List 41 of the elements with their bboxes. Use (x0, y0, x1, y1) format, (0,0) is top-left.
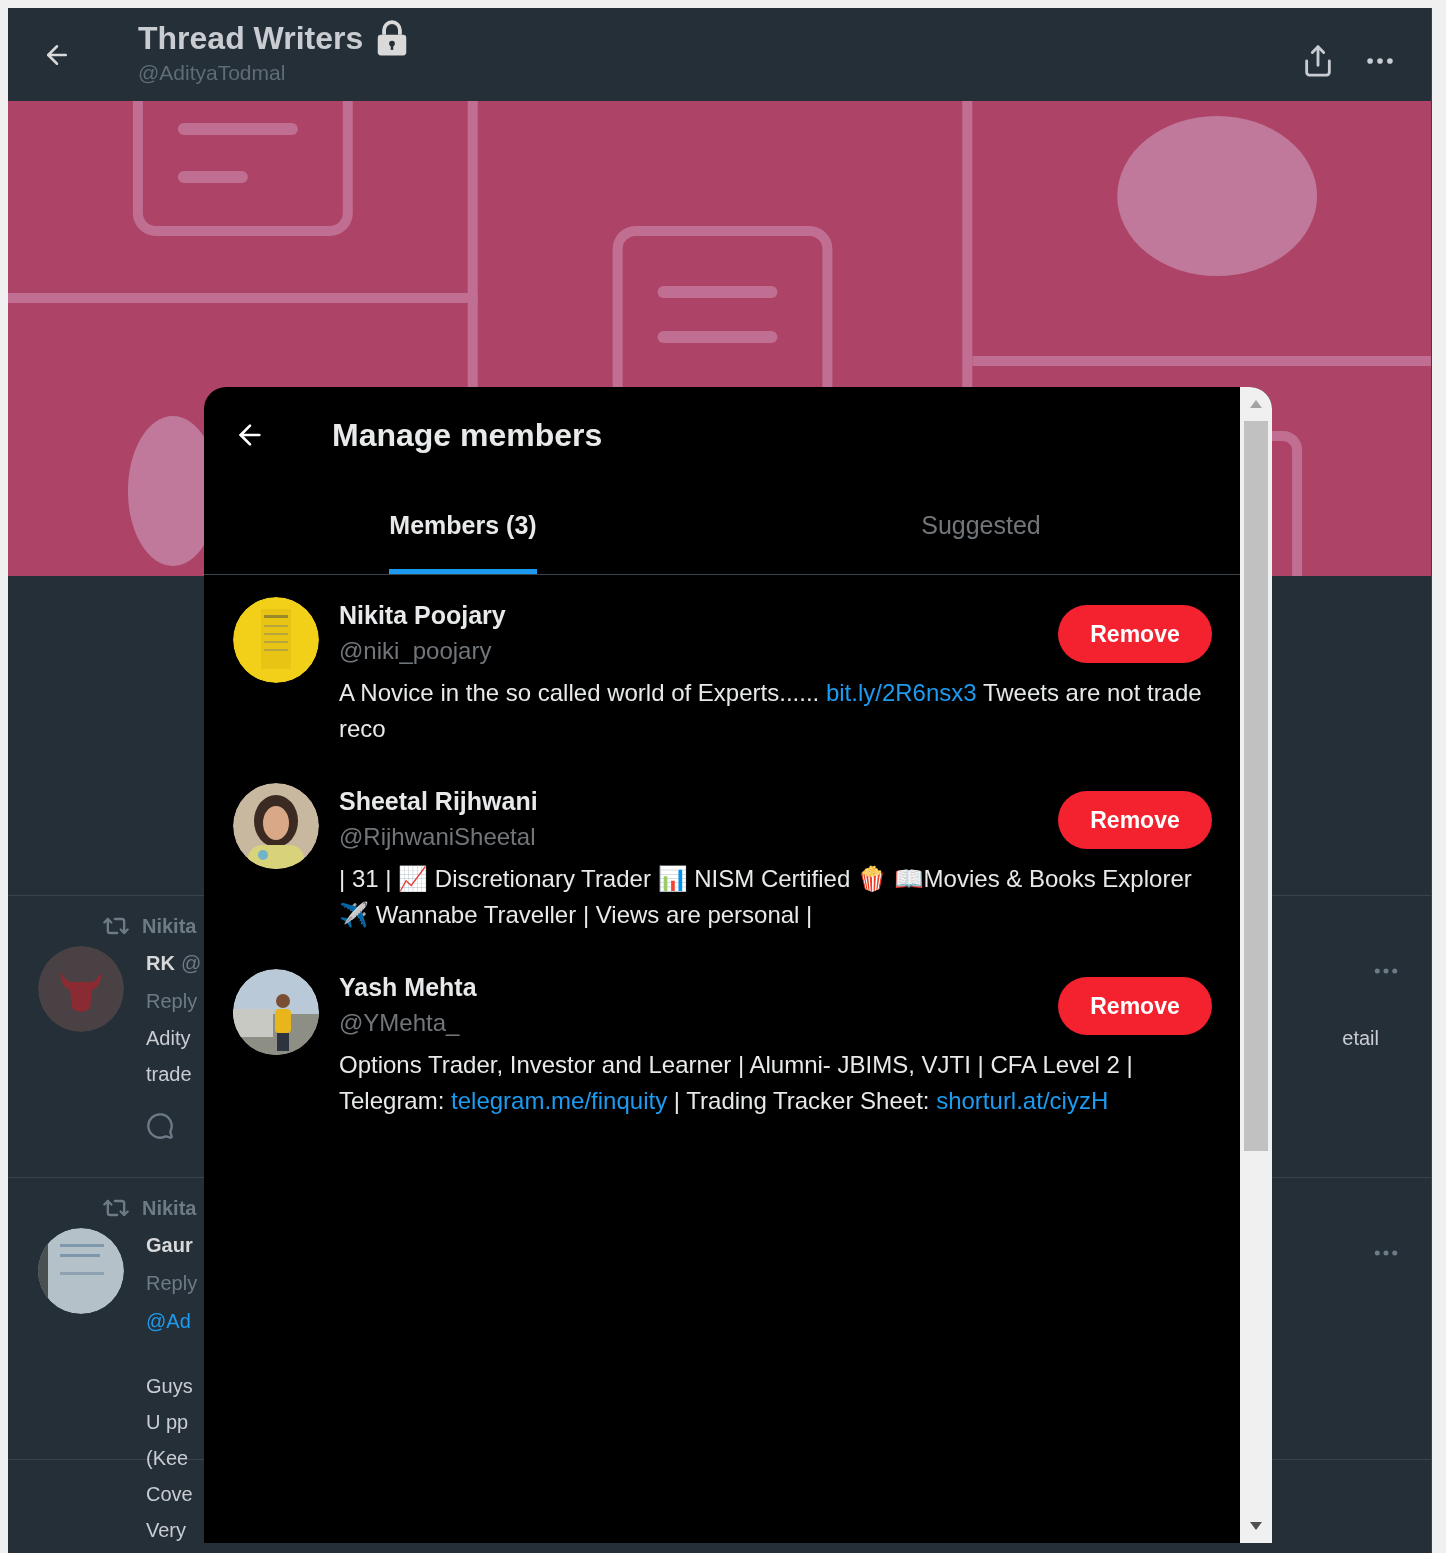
tab[interactable]: Suggested (722, 483, 1240, 574)
tweet-text: Guys (146, 1374, 193, 1399)
scroll-down-icon[interactable] (1249, 1521, 1263, 1531)
author-handle: @ (180, 951, 202, 976)
member-name: Yash Mehta (339, 972, 477, 1003)
tweet-text: etail (1342, 1026, 1379, 1051)
tweet-text: U pp (146, 1410, 189, 1435)
tweet-text: Very (146, 1518, 187, 1543)
tweet-text: Cove (146, 1482, 193, 1507)
tweet-text: Adity (146, 1026, 191, 1051)
tweet-text: trade (146, 1062, 192, 1087)
member-name: Sheetal Rijhwani (339, 786, 538, 817)
reply-label: Reply (146, 1271, 198, 1296)
member-bio: A Novice in the so called world of Experts...... bit.ly/2R6nsx3 Tweets are not trade reco (339, 678, 1203, 744)
member-handle: @niki_poojary (339, 636, 493, 666)
list-owner-handle: @AdityaTodmal (138, 60, 287, 86)
list-title: Thread Writers (138, 19, 364, 58)
retweeted-by-text: Nikita (142, 1196, 197, 1221)
remove-button[interactable]: Remove (1058, 605, 1212, 663)
scrollbar-thumb[interactable] (1244, 421, 1268, 1151)
retweeted-by-text: Nikita (142, 914, 197, 939)
member-handle: @RijhwaniSheetal (339, 822, 537, 852)
member-bio: Options Trader, Investor and Learner | Alumni- JBIMS, VJTI | CFA Level 2 | Telegram: telegram.me/finquity | Trading Tracker Sheet: shorturl.at/ciyzH (339, 1050, 1134, 1116)
remove-button[interactable]: Remove (1058, 791, 1212, 849)
author-name: RK (146, 951, 175, 976)
remove-button[interactable]: Remove (1058, 977, 1212, 1035)
scroll-up-icon[interactable] (1249, 399, 1263, 409)
member-bio: | 31 | 📈 Discretionary Trader 📊 NISM Certified 🍿 📖Movies & Books Explorer ✈ Wannabe Traveller | Views are personal | (339, 864, 1193, 930)
tweet-text: (Kee (146, 1446, 189, 1471)
bio-link[interactable]: shorturl.at/ciyzH (936, 1087, 1109, 1114)
author-name: Gaur (146, 1233, 193, 1258)
member-name: Nikita Poojary (339, 600, 506, 631)
mention-link[interactable]: @Ad (146, 1302, 191, 1340)
tab[interactable]: Members (3) (204, 483, 722, 574)
bio-link[interactable]: telegram.me/finquity (451, 1087, 668, 1114)
bio-link[interactable]: bit.ly/2R6nsx3 (825, 679, 977, 706)
reply-label: Reply (146, 989, 198, 1014)
member-handle: @YMehta_ (339, 1008, 461, 1038)
reply-icon[interactable] (146, 1112, 174, 1140)
modal-title: Manage members (332, 416, 603, 455)
scrollbar[interactable] (1240, 387, 1272, 1543)
